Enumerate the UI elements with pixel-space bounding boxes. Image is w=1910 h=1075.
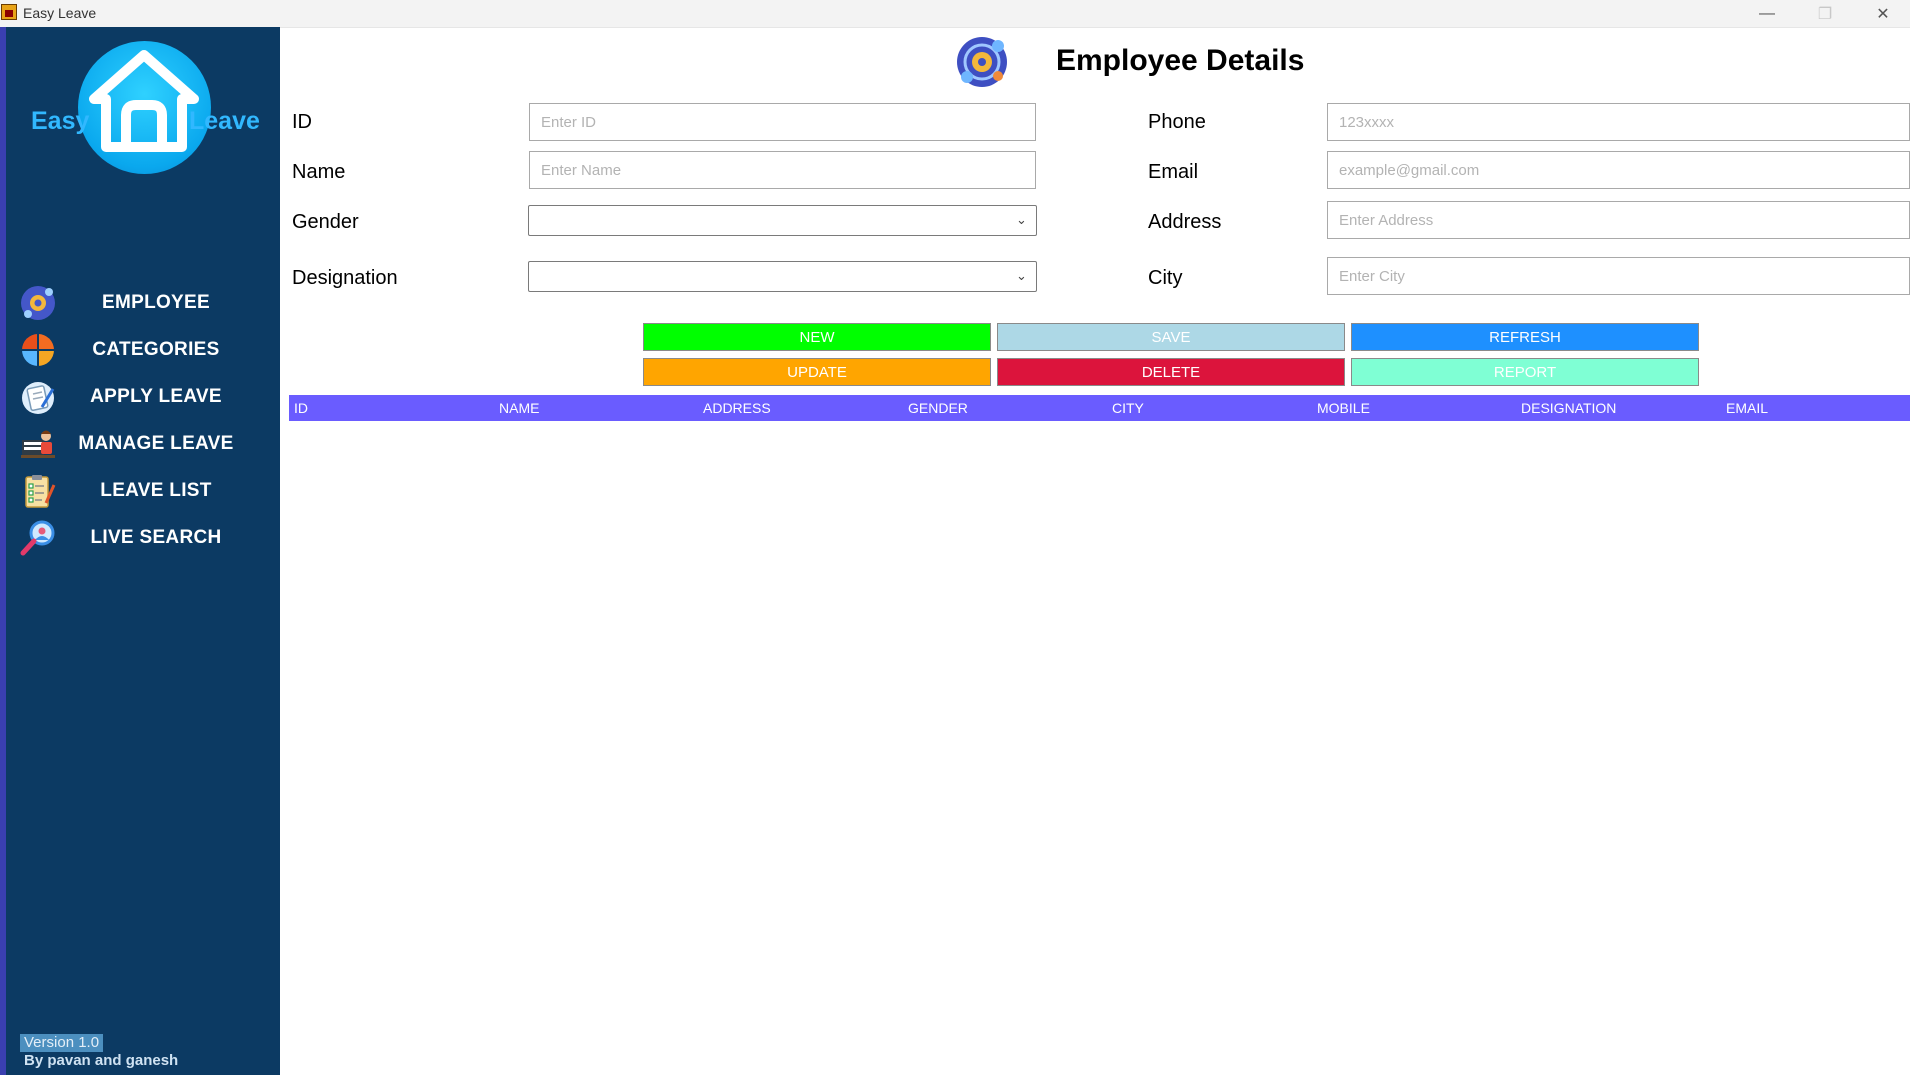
logo-text-leave: Leave bbox=[189, 107, 260, 135]
title-bar: Easy Leave — ❐ ✕ bbox=[0, 0, 1910, 28]
close-button[interactable]: ✕ bbox=[1860, 0, 1906, 27]
version-label: Version 1.0 bbox=[20, 1034, 104, 1052]
id-field[interactable] bbox=[529, 103, 1036, 141]
column-header-name[interactable]: NAME bbox=[499, 400, 539, 416]
app-icon bbox=[1, 4, 17, 20]
name-label: Name bbox=[292, 161, 346, 183]
employee-table-body[interactable] bbox=[289, 421, 1910, 1075]
categories-icon bbox=[22, 334, 54, 366]
column-header-address[interactable]: ADDRESS bbox=[703, 400, 771, 416]
minimize-button[interactable]: — bbox=[1744, 0, 1790, 27]
gender-select[interactable]: ⌄ bbox=[528, 205, 1037, 236]
sidebar-item-label: EMPLOYEE bbox=[102, 292, 210, 313]
sidebar-item-categories[interactable]: CATEGORIES bbox=[14, 330, 284, 370]
address-label: Address bbox=[1148, 211, 1222, 233]
manage-leave-icon bbox=[21, 430, 55, 458]
report-button[interactable]: REPORT bbox=[1351, 358, 1699, 386]
column-header-city[interactable]: CITY bbox=[1112, 400, 1144, 416]
sidebar-item-label: APPLY LEAVE bbox=[90, 386, 222, 407]
page-title: Employee Details bbox=[1056, 44, 1305, 77]
minimize-icon: — bbox=[1759, 4, 1775, 22]
house-icon bbox=[89, 50, 199, 152]
refresh-button[interactable]: REFRESH bbox=[1351, 323, 1699, 351]
sidebar-item-employee[interactable]: EMPLOYEE bbox=[14, 283, 284, 323]
checklist-icon bbox=[25, 475, 56, 508]
sidebar-item-label: MANAGE LEAVE bbox=[78, 433, 234, 454]
id-label: ID bbox=[292, 111, 312, 133]
chevron-down-icon: ⌄ bbox=[1016, 212, 1027, 227]
delete-button[interactable]: DELETE bbox=[997, 358, 1345, 386]
sidebar-item-live-search[interactable]: LIVE SEARCH bbox=[14, 518, 284, 558]
employee-gear-icon bbox=[21, 286, 55, 320]
sidebar-item-leave-list[interactable]: LEAVE LIST bbox=[14, 471, 284, 511]
sidebar: Easy Leave EMPLOYEE CATEGORIES APPLY LEA… bbox=[0, 27, 280, 1075]
window-title: Easy Leave bbox=[23, 5, 97, 21]
designation-select[interactable]: ⌄ bbox=[528, 261, 1037, 292]
email-label: Email bbox=[1148, 161, 1199, 183]
city-label: City bbox=[1148, 267, 1183, 289]
phone-field[interactable] bbox=[1327, 103, 1910, 141]
chevron-down-icon: ⌄ bbox=[1016, 268, 1027, 283]
name-field[interactable] bbox=[529, 151, 1036, 189]
column-header-mobile[interactable]: MOBILE bbox=[1317, 400, 1370, 416]
search-user-icon bbox=[20, 520, 55, 556]
apply-leave-icon bbox=[22, 382, 55, 414]
maximize-icon: ❐ bbox=[1817, 5, 1833, 23]
email-field[interactable] bbox=[1327, 151, 1910, 189]
address-field[interactable] bbox=[1327, 201, 1910, 239]
sidebar-item-apply-leave[interactable]: APPLY LEAVE bbox=[14, 377, 284, 417]
designation-label: Designation bbox=[292, 267, 398, 289]
gender-label: Gender bbox=[292, 211, 359, 233]
update-button[interactable]: UPDATE bbox=[643, 358, 991, 386]
sidebar-item-label: LEAVE LIST bbox=[100, 480, 212, 501]
credits-label: By pavan and ganesh bbox=[24, 1052, 179, 1069]
save-button[interactable]: SAVE bbox=[997, 323, 1345, 351]
employee-table-header: ID NAME ADDRESS GENDER CITY MOBILE DESIG… bbox=[289, 395, 1910, 421]
maximize-button[interactable]: ❐ bbox=[1802, 0, 1848, 27]
sidebar-item-manage-leave[interactable]: MANAGE LEAVE bbox=[14, 424, 284, 464]
column-header-email[interactable]: EMAIL bbox=[1726, 400, 1768, 416]
new-button[interactable]: NEW bbox=[643, 323, 991, 351]
logo-text-easy: Easy bbox=[31, 107, 90, 135]
sidebar-item-label: LIVE SEARCH bbox=[90, 527, 222, 548]
sidebar-item-label: CATEGORIES bbox=[92, 339, 220, 360]
column-header-designation[interactable]: DESIGNATION bbox=[1521, 400, 1616, 416]
employee-settings-icon bbox=[957, 37, 1007, 87]
column-header-id[interactable]: ID bbox=[294, 400, 308, 416]
close-icon: ✕ bbox=[1876, 5, 1890, 23]
column-header-gender[interactable]: GENDER bbox=[908, 400, 968, 416]
city-field[interactable] bbox=[1327, 257, 1910, 295]
phone-label: Phone bbox=[1148, 111, 1206, 133]
